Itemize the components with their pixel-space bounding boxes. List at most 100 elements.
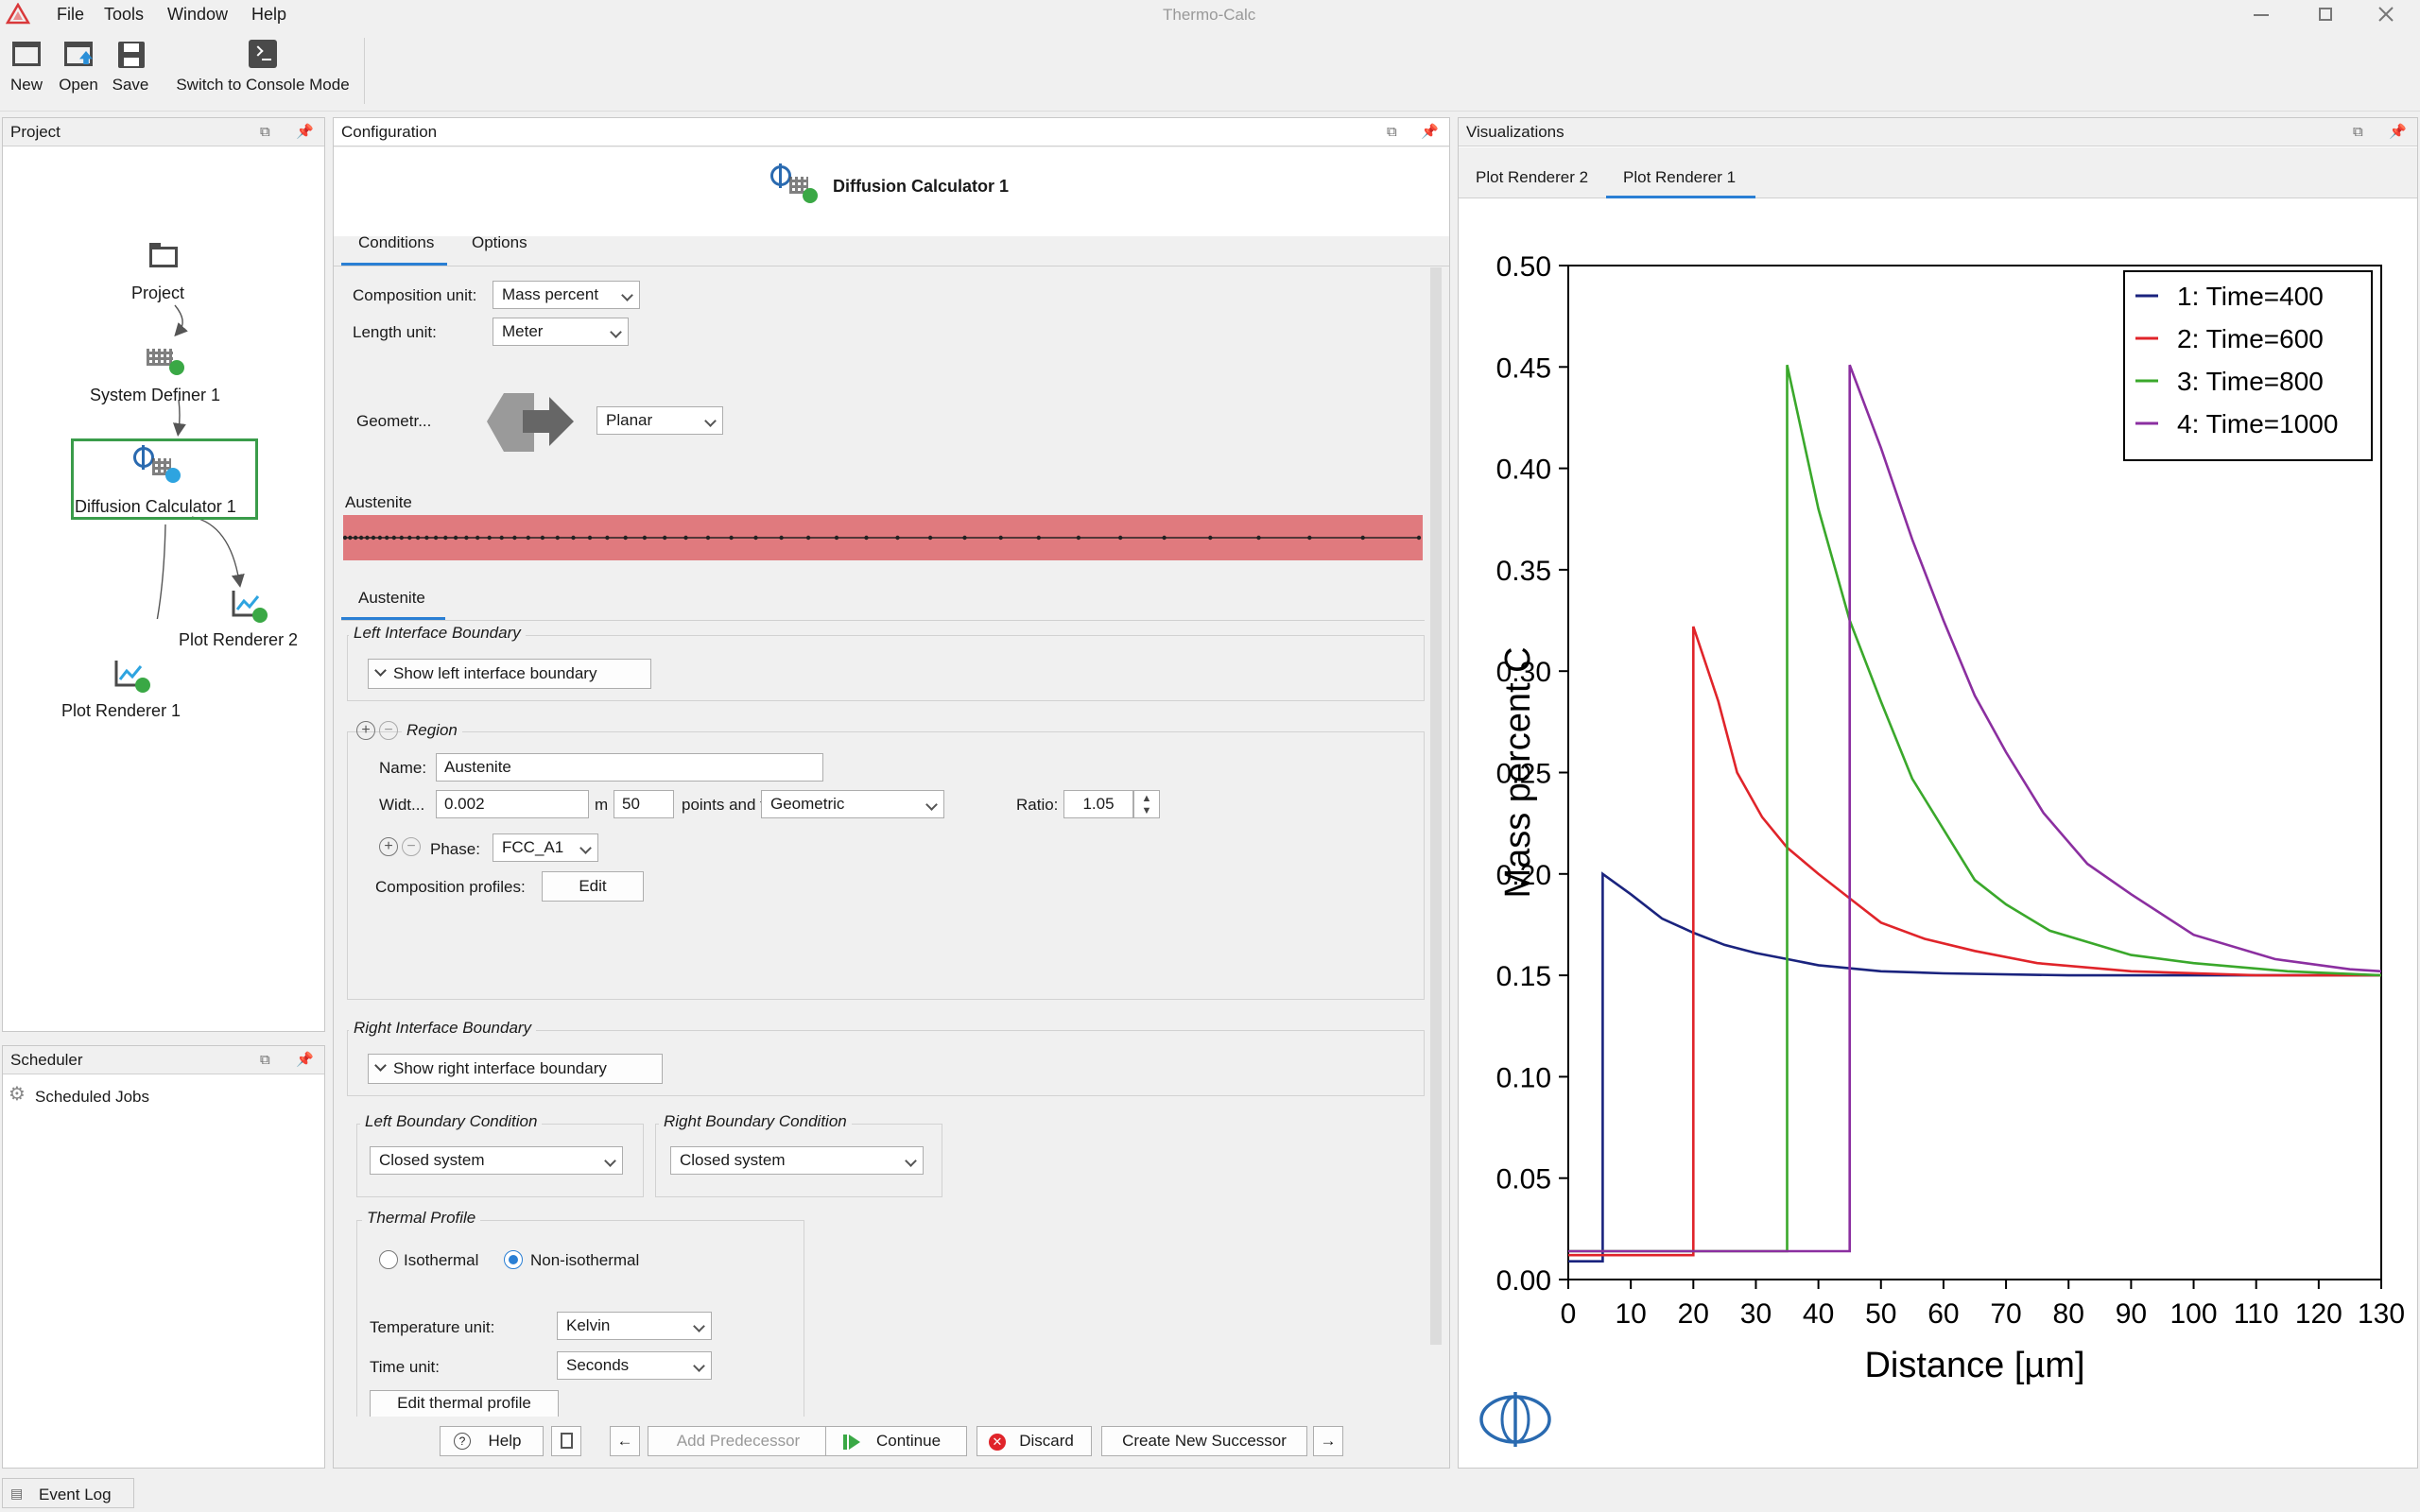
grid-point — [453, 535, 458, 541]
plot-renderer-1-node-label[interactable]: Plot Renderer 1 — [61, 701, 181, 721]
tab-options[interactable]: Options — [472, 233, 527, 252]
plot-renderer-2-icon[interactable] — [232, 589, 269, 623]
plot-renderer-1-icon[interactable] — [114, 659, 152, 693]
grid-point — [834, 535, 839, 541]
non-isothermal-radio[interactable] — [504, 1250, 523, 1269]
pin-icon[interactable]: 📌 — [296, 118, 314, 146]
open-button[interactable]: Open — [55, 38, 102, 94]
clipboard-button[interactable] — [551, 1426, 581, 1456]
time-unit-select[interactable]: Seconds — [557, 1351, 712, 1380]
float-icon[interactable]: ⧉ — [2353, 118, 2363, 146]
scheduled-jobs-item[interactable]: Scheduled Jobs — [35, 1088, 149, 1107]
console-mode-button[interactable]: Switch to Console Mode — [168, 38, 357, 94]
float-icon[interactable]: ⧉ — [260, 118, 270, 146]
y-tick-label: 0.40 — [1496, 455, 1551, 486]
project-node-label[interactable]: Project — [131, 284, 184, 303]
ratio-input[interactable]: 1.05 — [1063, 790, 1133, 818]
discard-button[interactable]: ✕ Discard — [977, 1426, 1092, 1456]
discard-icon: ✕ — [989, 1434, 1006, 1451]
float-icon[interactable]: ⧉ — [260, 1046, 270, 1074]
system-definer-icon[interactable] — [147, 345, 184, 375]
right-boundary-condition-value: Closed system — [680, 1151, 786, 1169]
add-predecessor-button[interactable]: Add Predecessor — [648, 1426, 829, 1456]
configuration-panel: Configuration ⧉ 📌 Diffusion Calculator 1… — [333, 117, 1450, 1469]
temperature-unit-select[interactable]: Kelvin — [557, 1312, 712, 1340]
menu-file[interactable]: File — [57, 5, 84, 25]
continue-button[interactable]: Continue — [825, 1426, 967, 1456]
event-log-tab[interactable]: ▤ Event Log — [2, 1478, 134, 1508]
x-tick-label: 100 — [2170, 1298, 2218, 1330]
tab-plot-renderer-2[interactable]: Plot Renderer 2 — [1476, 168, 1588, 187]
new-button[interactable]: New — [6, 38, 47, 94]
diffusion-calculator-icon — [770, 163, 820, 205]
menu-window[interactable]: Window — [167, 5, 228, 25]
x-tick-label: 20 — [1678, 1298, 1709, 1330]
system-definer-node-label[interactable]: System Definer 1 — [90, 386, 220, 405]
visualizations-panel: Visualizations ⧉ 📌 Plot Renderer 2 Plot … — [1458, 117, 2418, 1469]
back-arrow-button[interactable]: ← — [610, 1426, 640, 1456]
x-tick-label: 60 — [1927, 1298, 1959, 1330]
restore-icon[interactable] — [2319, 8, 2332, 21]
forward-arrow-button[interactable]: → — [1313, 1426, 1343, 1456]
menu-help[interactable]: Help — [251, 5, 286, 25]
help-button[interactable]: ? Help — [440, 1426, 544, 1456]
project-folder-icon[interactable] — [149, 243, 178, 267]
pin-icon[interactable]: 📌 — [1421, 118, 1439, 146]
scheduler-panel-header: Scheduler ⧉ 📌 — [3, 1046, 324, 1074]
chevron-down-icon — [693, 1320, 705, 1332]
create-new-successor-button[interactable]: Create New Successor — [1101, 1426, 1307, 1456]
points-input[interactable]: 50 — [614, 790, 674, 818]
non-isothermal-label: Non-isothermal — [530, 1251, 640, 1269]
region-name-label: Name: — [379, 759, 427, 777]
grid-point — [779, 535, 784, 541]
minimize-icon[interactable] — [2254, 14, 2269, 16]
tab-austenite[interactable]: Austenite — [358, 589, 425, 608]
grid-type-select[interactable]: Geometric — [761, 790, 944, 818]
grid-point — [1076, 535, 1081, 541]
show-right-interface-button[interactable]: Show right interface boundary — [368, 1054, 663, 1084]
tab-plot-renderer-1[interactable]: Plot Renderer 1 — [1623, 168, 1736, 187]
add-region-icon[interactable]: + — [356, 721, 375, 740]
tab-conditions[interactable]: Conditions — [358, 233, 434, 252]
region-name-input[interactable]: Austenite — [436, 753, 823, 782]
project-panel: Project ⧉ 📌 Project System Definer 1 Dif… — [2, 117, 325, 1032]
length-unit-select[interactable]: Meter — [493, 318, 629, 346]
x-tick-label: 70 — [1990, 1298, 2021, 1330]
diffusion-profile-chart[interactable]: 0.000.050.100.150.200.250.300.350.400.45… — [1459, 199, 2417, 1466]
chevron-down-icon — [374, 664, 387, 677]
left-interface-title: Left Interface Boundary — [349, 624, 526, 643]
remove-region-icon[interactable]: − — [379, 721, 398, 740]
ratio-spinner[interactable]: ▲ ▼ — [1133, 790, 1160, 818]
menu-tools[interactable]: Tools — [104, 5, 144, 25]
width-input[interactable]: 0.002 — [436, 790, 589, 818]
chevron-down-icon — [374, 1059, 387, 1072]
show-left-interface-button[interactable]: Show left interface boundary — [368, 659, 651, 689]
isothermal-radio[interactable] — [379, 1250, 398, 1269]
save-button[interactable]: Save — [108, 38, 153, 94]
left-boundary-condition-select[interactable]: Closed system — [370, 1146, 623, 1175]
vertical-scrollbar[interactable] — [1430, 267, 1442, 1345]
pin-icon[interactable]: 📌 — [2389, 118, 2407, 146]
composition-unit-select[interactable]: Mass percent — [493, 281, 640, 309]
plot-renderer-2-node-label[interactable]: Plot Renderer 2 — [179, 630, 298, 650]
diffusion-calculator-node-label[interactable]: Diffusion Calculator 1 — [75, 497, 236, 517]
continue-bar-icon — [843, 1435, 847, 1450]
add-phase-icon[interactable]: + — [379, 837, 398, 856]
close-icon[interactable] — [2377, 6, 2394, 23]
right-boundary-condition-select[interactable]: Closed system — [670, 1146, 924, 1175]
grid-point — [358, 535, 364, 541]
show-right-interface-label: Show right interface boundary — [393, 1059, 607, 1077]
legend-entry: 2: Time=600 — [2177, 324, 2324, 353]
edit-thermal-profile-button[interactable]: Edit thermal profile — [370, 1390, 559, 1417]
phase-select[interactable]: FCC_A1 — [493, 833, 598, 862]
float-icon[interactable]: ⧉ — [1387, 118, 1397, 146]
remove-phase-icon[interactable]: − — [402, 837, 421, 856]
x-tick-label: 80 — [2053, 1298, 2084, 1330]
scheduler-panel: Scheduler ⧉ 📌 ⚙ Scheduled Jobs — [2, 1045, 325, 1469]
geometry-select[interactable]: Planar — [596, 406, 723, 435]
edit-profiles-button[interactable]: Edit — [542, 871, 644, 902]
save-icon — [114, 38, 147, 70]
grid-point — [805, 535, 811, 541]
grid-point — [443, 535, 448, 541]
pin-icon[interactable]: 📌 — [296, 1046, 314, 1074]
